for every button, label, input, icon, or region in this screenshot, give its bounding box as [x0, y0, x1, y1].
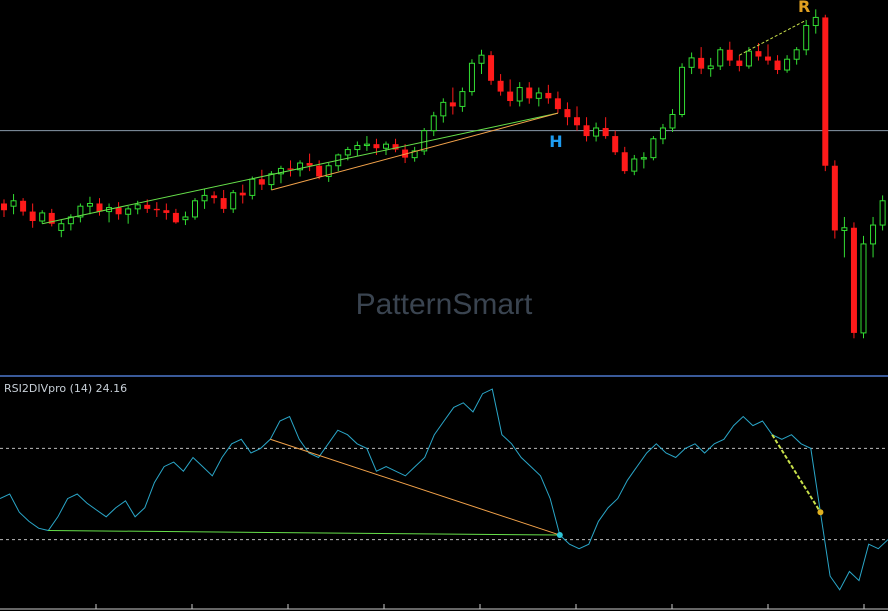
candle-body: [383, 143, 389, 149]
candle-body: [717, 49, 724, 67]
candle-body: [507, 91, 514, 102]
candle-body: [96, 203, 103, 212]
candle: [879, 195, 886, 231]
candle-body: [516, 87, 523, 102]
price-chart: PatternSmart H R RSI2DIVpro (14) 24.16: [0, 0, 888, 611]
candle-body: [478, 54, 485, 64]
candle: [650, 136, 657, 161]
candle-body: [831, 165, 838, 231]
candle: [822, 14, 829, 172]
candle-body: [144, 204, 151, 209]
candle-body: [192, 200, 198, 218]
candle-body: [602, 127, 609, 137]
candle-body: [688, 57, 695, 68]
candle: [850, 222, 857, 339]
candle-body: [363, 143, 370, 147]
candle: [488, 51, 495, 85]
candle-body: [134, 204, 141, 210]
candle-body: [554, 98, 561, 110]
candle-body: [535, 92, 542, 99]
candle-body: [745, 50, 752, 67]
candle-body: [488, 55, 495, 81]
candle-body: [306, 163, 313, 166]
candle-body: [86, 202, 93, 207]
candle-body: [468, 62, 475, 93]
candle-body: [440, 101, 447, 117]
candle: [803, 20, 810, 56]
candle: [468, 59, 475, 96]
candle-body: [879, 200, 886, 226]
candle-body: [125, 208, 132, 215]
candle-body: [163, 210, 170, 213]
candle-body: [153, 208, 160, 211]
candle-body: [497, 80, 504, 92]
candle: [860, 235, 867, 339]
candle-body: [211, 195, 218, 199]
candle-body: [20, 200, 27, 212]
candle-body: [564, 109, 571, 118]
candle: [831, 160, 838, 239]
candle-body: [1, 203, 7, 211]
candle-body: [459, 91, 466, 107]
candle-body: [669, 114, 676, 129]
candle-body: [793, 49, 800, 60]
candle-body: [344, 149, 351, 156]
candle-body: [774, 60, 781, 71]
candle-body: [58, 223, 65, 231]
candle-body: [765, 56, 771, 61]
candle-body: [841, 227, 848, 231]
candle-body: [201, 194, 208, 202]
candle-body: [698, 57, 705, 69]
candle-body: [631, 158, 638, 172]
candle: [192, 198, 198, 220]
candle-body: [659, 127, 666, 140]
candle-body: [239, 192, 246, 196]
candle-body: [755, 51, 762, 57]
candle-body: [10, 200, 17, 207]
candle-body: [230, 192, 237, 210]
candle-body: [39, 212, 46, 222]
indicator-label: RSI2DIVpro (14) 24.16: [4, 382, 127, 395]
marker-r-label: R: [798, 0, 810, 16]
candle-body: [421, 130, 428, 152]
rsi-divergence-dot-bullish: [556, 532, 563, 539]
candle-body: [449, 102, 456, 107]
candle-body: [258, 179, 265, 185]
candle-body: [822, 17, 829, 166]
candle-body: [812, 16, 819, 27]
candle-body: [621, 152, 628, 172]
candle-body: [784, 58, 791, 71]
candle-body: [870, 224, 877, 245]
candle-body: [249, 178, 256, 196]
candle-body: [736, 60, 743, 66]
candle-body: [612, 136, 619, 153]
candle-body: [172, 212, 179, 223]
candle-body: [640, 157, 647, 160]
candle-body: [679, 66, 686, 116]
candle-body: [593, 127, 600, 137]
marker-h-label: H: [549, 132, 562, 151]
candle-body: [583, 125, 590, 137]
candle-body: [373, 144, 380, 149]
candle-body: [545, 92, 552, 99]
candle-body: [29, 211, 36, 222]
candle-body: [650, 138, 657, 159]
rsi-divergence-dot-bearish: [817, 509, 824, 516]
candle-body: [430, 115, 437, 132]
watermark-text: PatternSmart: [356, 288, 533, 321]
candle-body: [574, 117, 580, 126]
candle-body: [850, 227, 857, 333]
candle-body: [526, 87, 533, 99]
candle-body: [316, 165, 323, 177]
candle-body: [354, 145, 361, 151]
candle-body: [803, 25, 810, 51]
candle-body: [726, 49, 733, 61]
candle: [679, 63, 686, 118]
candle-body: [860, 243, 867, 334]
candle-body: [220, 198, 227, 209]
candle-body: [115, 207, 122, 215]
candle-body: [182, 216, 189, 221]
candle-body: [707, 65, 714, 70]
